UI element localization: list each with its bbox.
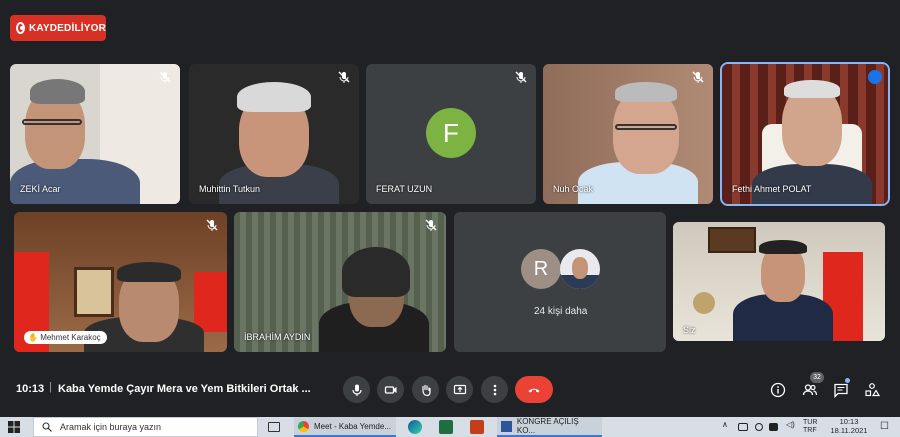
participant-tile-mehmet[interactable]: ✋ Mehmet Karakoç — [14, 212, 227, 352]
speaking-indicator-icon — [868, 70, 882, 84]
more-vert-icon — [493, 384, 496, 395]
others-avatar: R — [521, 249, 561, 289]
edge-icon[interactable] — [408, 420, 422, 434]
taskbar-clock[interactable]: 10:13 18.11.2021 — [825, 417, 873, 435]
muted-mic-icon — [514, 70, 528, 84]
participant-tile-others[interactable]: R 24 kişi daha — [454, 212, 666, 352]
mic-toggle-button[interactable] — [343, 376, 370, 403]
self-label: Siz — [683, 325, 696, 335]
recording-label: KAYDEDİLİYOR — [28, 22, 106, 34]
meeting-separator: | — [49, 381, 52, 393]
tray-language[interactable]: TUR TRF — [803, 419, 817, 435]
participant-video — [10, 64, 180, 204]
muted-mic-icon — [205, 218, 219, 232]
participant-video — [722, 64, 888, 204]
tray-chevron-icon[interactable]: ∧ — [722, 420, 728, 429]
mic-icon — [351, 384, 362, 396]
notifications-icon[interactable]: ☐ — [880, 421, 889, 432]
taskbar-app-label: Meet - Kaba Yemde... — [314, 421, 391, 431]
participant-name: FERAT UZUN — [376, 184, 433, 194]
clock-time: 10:13 — [839, 417, 859, 426]
muted-mic-icon — [337, 70, 351, 84]
leave-call-button[interactable] — [515, 376, 553, 403]
participant-tile-self[interactable]: Siz — [673, 222, 885, 341]
participant-name-chip: ✋ Mehmet Karakoç — [24, 331, 107, 344]
camera-toggle-button[interactable] — [377, 376, 404, 403]
more-options-button[interactable] — [481, 376, 508, 403]
word-icon — [501, 420, 512, 432]
participant-video — [543, 64, 713, 204]
chat-notification-dot — [845, 378, 850, 383]
participant-tile-ferat[interactable]: F FERAT UZUN — [366, 64, 536, 204]
powerpoint-icon[interactable] — [470, 420, 484, 434]
hand-icon: ✋ — [28, 333, 41, 342]
people-count-badge: 32 — [810, 372, 824, 383]
present-icon — [453, 384, 466, 394]
participant-name: Mehmet Karakoç — [40, 333, 101, 342]
taskbar-search-box[interactable]: Aramak için buraya yazın — [33, 417, 258, 437]
info-icon — [770, 382, 786, 398]
taskbar-app-word[interactable]: KONGRE AÇILIŞ KO... — [497, 417, 602, 437]
activities-icon — [865, 383, 880, 397]
search-icon — [42, 422, 52, 432]
participant-video — [234, 212, 446, 352]
search-placeholder: Aramak için buraya yazın — [60, 422, 162, 432]
participant-video — [673, 222, 885, 341]
participant-avatar: F — [426, 108, 476, 158]
hand-icon — [421, 384, 431, 396]
tray-volume-icon[interactable]: ◁) — [786, 420, 795, 429]
participant-tile-zeki[interactable]: ZEKİ Acar — [10, 64, 180, 204]
chat-button[interactable] — [831, 380, 851, 400]
participant-name: ZEKİ Acar — [20, 184, 61, 194]
recording-badge: KAYDEDİLİYOR — [10, 15, 106, 41]
participant-video — [189, 64, 359, 204]
tray-app-icon[interactable] — [755, 423, 763, 431]
participant-name: Muhittin Tutkun — [199, 184, 261, 194]
participant-name: İBRAHİM AYDIN — [244, 332, 311, 342]
people-button[interactable] — [800, 380, 820, 400]
chrome-icon — [298, 420, 309, 432]
task-view-icon[interactable] — [268, 422, 280, 432]
people-icon — [802, 384, 818, 396]
participant-tile-fethi[interactable]: Fethi Ahmet POLAT — [720, 62, 890, 206]
participant-tile-muhittin[interactable]: Muhittin Tutkun — [189, 64, 359, 204]
hang-up-icon — [528, 388, 540, 392]
record-icon — [16, 22, 25, 34]
meeting-info-button[interactable] — [768, 380, 788, 400]
muted-mic-icon — [691, 70, 705, 84]
participant-name: Fethi Ahmet POLAT — [732, 184, 812, 194]
participant-tile-ibrahim[interactable]: İBRAHİM AYDIN — [234, 212, 446, 352]
tray-network-icon[interactable] — [769, 423, 778, 431]
others-photo-avatar — [560, 249, 600, 289]
taskbar-app-chrome-meet[interactable]: Meet - Kaba Yemde... — [294, 417, 396, 437]
clock-date: 18.11.2021 — [830, 426, 868, 435]
meeting-title: Kaba Yemde Çayır Mera ve Yem Bitkileri O… — [58, 383, 311, 395]
camera-icon — [384, 385, 396, 394]
windows-start-icon[interactable] — [8, 421, 20, 433]
meet-window: KAYDEDİLİYOR ZEKİ Acar Muhittin Tutkun F… — [0, 0, 900, 437]
chat-icon — [834, 383, 848, 398]
others-count-label: 24 kişi daha — [534, 306, 588, 317]
excel-icon[interactable] — [439, 420, 453, 434]
meeting-time: 10:13 — [16, 383, 45, 395]
activities-button[interactable] — [862, 380, 882, 400]
tray-battery-icon[interactable] — [738, 423, 748, 431]
raise-hand-button[interactable] — [412, 376, 439, 403]
taskbar-app-label: KONGRE AÇILIŞ KO... — [516, 417, 579, 435]
participant-tile-nuh[interactable]: Nuh Ocak — [543, 64, 713, 204]
muted-mic-icon — [158, 70, 172, 84]
participant-name: Nuh Ocak — [553, 184, 594, 194]
present-screen-button[interactable] — [446, 376, 473, 403]
muted-mic-icon — [424, 218, 438, 232]
